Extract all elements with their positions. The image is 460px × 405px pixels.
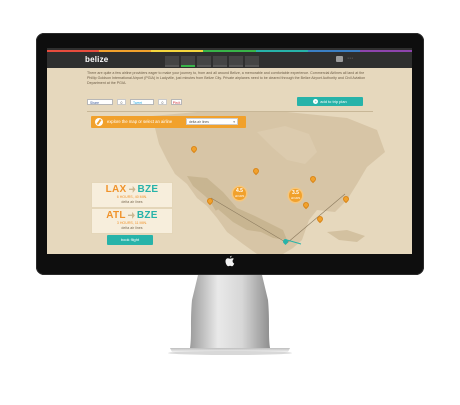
nav-tab-1[interactable] xyxy=(165,56,179,67)
explore-bar: explore the map or select an airline del… xyxy=(91,116,246,128)
apple-logo-icon xyxy=(225,255,235,267)
add-to-trip-label: add to trip plan xyxy=(320,99,347,104)
screen: belize ⋯ There are quite a few airline p… xyxy=(47,48,412,254)
camera-icon[interactable] xyxy=(336,56,343,62)
airline-select-value: delta air lines xyxy=(189,120,209,124)
plane-icon xyxy=(127,211,135,219)
nav-tab-5[interactable] xyxy=(229,56,243,67)
compass-icon xyxy=(95,118,103,126)
tweet-count: 0 xyxy=(158,99,167,105)
badge-unit: HOURS xyxy=(290,197,301,200)
airline-name: delta air lines xyxy=(121,226,143,230)
book-flight-button[interactable]: book flight xyxy=(107,235,153,245)
route-card-atl[interactable]: ATL BZE 3 HOURS, 11 MIN. delta air lines xyxy=(91,208,173,234)
nav-tab-6[interactable] xyxy=(245,56,259,67)
badge-value: 3.5 xyxy=(292,190,299,196)
nav-tab-2[interactable] xyxy=(181,56,195,67)
share-row: Share 0 Tweet 0 Pin it xyxy=(87,99,182,105)
nav-tab-3[interactable] xyxy=(197,56,211,67)
facebook-count: 0 xyxy=(117,99,126,105)
nav-tab-4[interactable] xyxy=(213,56,227,67)
explore-label: explore the map or select an airline xyxy=(107,119,173,124)
badge-unit: HOURS xyxy=(234,195,245,198)
tweet-button[interactable]: Tweet xyxy=(130,99,154,105)
facebook-share-button[interactable]: Share xyxy=(87,99,113,105)
origin-code: ATL xyxy=(106,210,126,221)
flight-time-badge[interactable]: 4.5 HOURS xyxy=(233,187,246,200)
origin-code: LAX xyxy=(105,184,127,195)
plus-icon: + xyxy=(313,99,319,105)
flight-time-badge[interactable]: 3.5 HOURS xyxy=(289,189,302,202)
more-icon[interactable]: ⋯ xyxy=(347,56,353,62)
route-card-lax[interactable]: LAX BZE 6 HOURS, 40 MIN. delta air lines xyxy=(91,182,173,208)
badge-value: 4.5 xyxy=(236,188,243,194)
site-header: belize ⋯ xyxy=(47,48,412,68)
destination-code: BZE xyxy=(137,184,159,195)
plane-icon xyxy=(128,185,136,193)
chevron-down-icon: ▾ xyxy=(233,120,235,124)
destination-code: BZE xyxy=(136,210,158,221)
nav-tabs xyxy=(165,56,259,67)
airline-name: delta air lines xyxy=(121,200,143,204)
add-to-trip-button[interactable]: + add to trip plan xyxy=(297,97,363,106)
pinterest-button[interactable]: Pin it xyxy=(171,99,182,105)
site-logo[interactable]: belize xyxy=(85,55,108,64)
intro-paragraph: There are quite a few airline providers … xyxy=(87,71,366,85)
airline-select[interactable]: delta air lines ▾ xyxy=(186,118,238,125)
color-stripes xyxy=(47,50,412,52)
